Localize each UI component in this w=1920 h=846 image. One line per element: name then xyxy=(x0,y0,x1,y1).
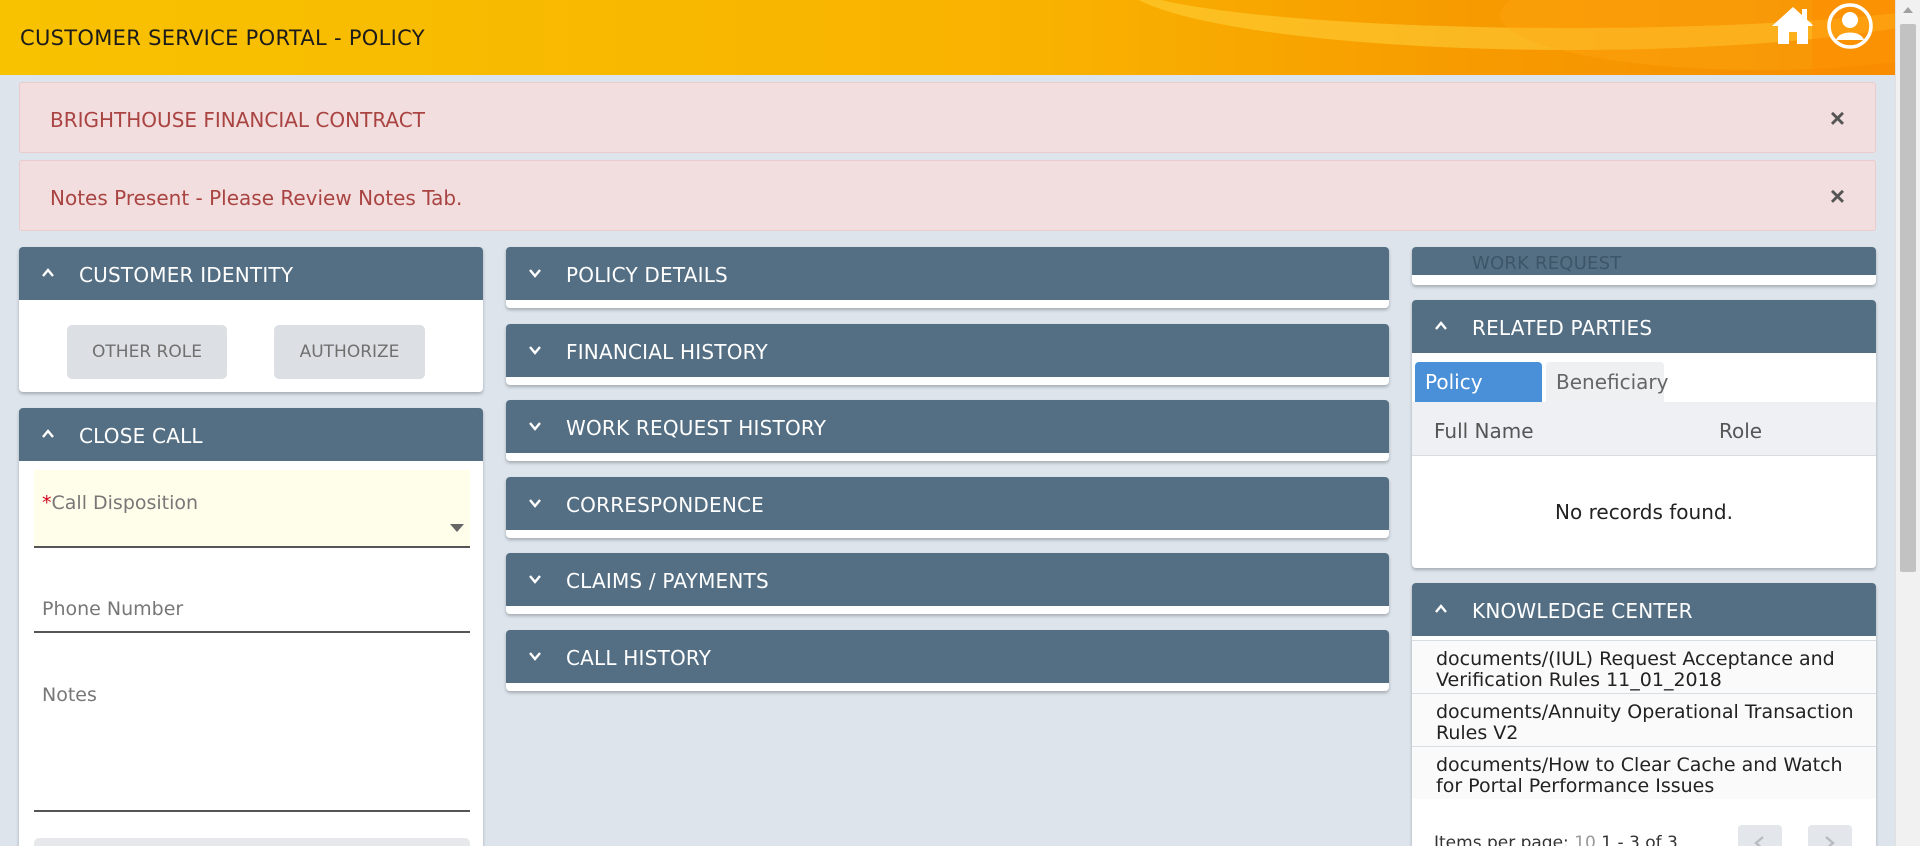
claims-payments-panel: CLAIMS / PAYMENTS xyxy=(506,553,1389,614)
paginator-info: Items per page: 10 1 - 3 of 3 xyxy=(1434,833,1678,846)
items-per-page-select[interactable]: 10 xyxy=(1574,833,1596,846)
required-marker: * xyxy=(42,492,52,514)
scrollbar-thumb[interactable] xyxy=(1900,24,1916,572)
work-request-header[interactable]: WORK REQUEST xyxy=(1412,247,1876,275)
knowledge-center-item[interactable]: documents/How to Clear Cache and Watch f… xyxy=(1412,746,1876,799)
related-parties-header[interactable]: RELATED PARTIES xyxy=(1412,300,1876,353)
financial-history-header[interactable]: FINANCIAL HISTORY xyxy=(506,324,1389,377)
chevron-down-icon xyxy=(529,652,541,661)
home-button[interactable] xyxy=(1770,4,1816,50)
call-disposition-label-text: Call Disposition xyxy=(51,492,199,514)
knowledge-center-item-link[interactable]: documents/(IUL) Request Acceptance and V… xyxy=(1436,649,1871,691)
call-history-title: CALL HISTORY xyxy=(566,646,712,670)
chevron-left-icon xyxy=(1754,836,1764,846)
top-banner: CUSTOMER SERVICE PORTAL - POLICY xyxy=(0,0,1895,75)
scroll-up-arrow-icon[interactable] xyxy=(1903,7,1913,13)
call-disposition-label: *Call Disposition xyxy=(42,492,198,514)
dropdown-arrow-icon xyxy=(450,524,464,532)
column-full-name[interactable]: Full Name xyxy=(1434,419,1534,443)
call-history-header[interactable]: CALL HISTORY xyxy=(506,630,1389,683)
work-request-title: WORK REQUEST xyxy=(1472,253,1622,274)
correspondence-panel: CORRESPONDENCE xyxy=(506,477,1389,538)
work-request-panel: WORK REQUEST xyxy=(1412,247,1876,285)
chevron-up-icon xyxy=(1435,321,1447,330)
close-call-submit-button[interactable] xyxy=(34,838,470,846)
call-history-panel: CALL HISTORY xyxy=(506,630,1389,691)
related-parties-table-header: Full Name Role xyxy=(1412,402,1876,456)
phone-number-placeholder: Phone Number xyxy=(42,598,184,620)
phone-number-field[interactable]: Phone Number xyxy=(34,590,470,633)
close-call-header[interactable]: CLOSE CALL xyxy=(19,408,483,461)
claims-payments-title: CLAIMS / PAYMENTS xyxy=(566,569,769,593)
knowledge-center-header[interactable]: KNOWLEDGE CENTER xyxy=(1412,583,1876,636)
alert-notes-close-button[interactable]: × xyxy=(1830,183,1845,209)
related-parties-panel: RELATED PARTIES Policy Roles Beneficiary… xyxy=(1412,300,1876,568)
empty-records-message: No records found. xyxy=(1555,500,1733,524)
next-page-button[interactable] xyxy=(1808,825,1852,846)
knowledge-center-item-link[interactable]: documents/How to Clear Cache and Watch f… xyxy=(1436,755,1871,797)
previous-page-button[interactable] xyxy=(1738,825,1782,846)
call-disposition-select[interactable]: *Call Disposition xyxy=(34,470,470,548)
user-circle-icon xyxy=(1827,3,1873,49)
notes-placeholder: Notes xyxy=(42,684,97,706)
chevron-right-icon xyxy=(1825,836,1835,846)
correspondence-title: CORRESPONDENCE xyxy=(566,493,764,517)
chevron-down-icon xyxy=(529,422,541,431)
alert-contract-text: BRIGHTHOUSE FINANCIAL CONTRACT xyxy=(50,108,425,132)
close-call-title: CLOSE CALL xyxy=(79,424,203,448)
financial-history-panel: FINANCIAL HISTORY xyxy=(506,324,1389,385)
chevron-up-icon xyxy=(1435,604,1447,613)
alert-notes: Notes Present - Please Review Notes Tab.… xyxy=(19,160,1876,231)
alert-contract-close-button[interactable]: × xyxy=(1830,105,1845,131)
knowledge-center-item[interactable]: documents/(IUL) Request Acceptance and V… xyxy=(1412,640,1876,693)
customer-identity-title: CUSTOMER IDENTITY xyxy=(79,263,294,287)
chevron-down-icon xyxy=(529,269,541,278)
customer-identity-panel: CUSTOMER IDENTITY OTHER ROLE AUTHORIZE xyxy=(19,247,483,392)
user-profile-button[interactable] xyxy=(1812,0,1895,75)
chevron-down-icon xyxy=(529,575,541,584)
paginator-range: 1 - 3 of 3 xyxy=(1601,833,1678,846)
home-icon xyxy=(1772,7,1814,44)
claims-payments-header[interactable]: CLAIMS / PAYMENTS xyxy=(506,553,1389,606)
correspondence-header[interactable]: CORRESPONDENCE xyxy=(506,477,1389,530)
tab-policy-roles[interactable]: Policy Roles xyxy=(1415,362,1542,434)
page-title: CUSTOMER SERVICE PORTAL - POLICY xyxy=(20,26,425,50)
alert-notes-text: Notes Present - Please Review Notes Tab. xyxy=(50,186,463,210)
other-role-button[interactable]: OTHER ROLE xyxy=(67,325,227,379)
knowledge-center-title: KNOWLEDGE CENTER xyxy=(1472,599,1693,623)
tab-beneficiary[interactable]: Beneficiary xyxy=(1546,362,1668,402)
work-request-history-title: WORK REQUEST HISTORY xyxy=(566,416,827,440)
policy-details-header[interactable]: POLICY DETAILS xyxy=(506,247,1389,300)
knowledge-center-item-link[interactable]: documents/Annuity Operational Transactio… xyxy=(1436,702,1871,744)
chevron-down-icon xyxy=(529,346,541,355)
policy-details-title: POLICY DETAILS xyxy=(566,263,728,287)
chevron-up-icon xyxy=(42,268,54,277)
alert-contract: BRIGHTHOUSE FINANCIAL CONTRACT × xyxy=(19,82,1876,153)
authorize-button[interactable]: AUTHORIZE xyxy=(274,325,425,379)
chevron-up-icon xyxy=(42,429,54,438)
work-request-history-panel: WORK REQUEST HISTORY xyxy=(506,400,1389,461)
chevron-down-icon xyxy=(529,499,541,508)
related-parties-title: RELATED PARTIES xyxy=(1472,316,1653,340)
notes-field[interactable]: Notes xyxy=(34,676,470,812)
items-per-page-label: Items per page: xyxy=(1434,833,1569,846)
financial-history-title: FINANCIAL HISTORY xyxy=(566,340,768,364)
knowledge-center-item[interactable]: documents/Annuity Operational Transactio… xyxy=(1412,693,1876,746)
knowledge-center-panel: KNOWLEDGE CENTER documents/(IUL) Request… xyxy=(1412,583,1876,846)
column-role[interactable]: Role xyxy=(1719,419,1762,443)
page-scrollbar[interactable] xyxy=(1895,0,1920,846)
work-request-history-header[interactable]: WORK REQUEST HISTORY xyxy=(506,400,1389,453)
close-call-panel: CLOSE CALL *Call Disposition Phone Numbe… xyxy=(19,408,483,846)
customer-identity-header[interactable]: CUSTOMER IDENTITY xyxy=(19,247,483,300)
policy-details-panel: POLICY DETAILS xyxy=(506,247,1389,308)
